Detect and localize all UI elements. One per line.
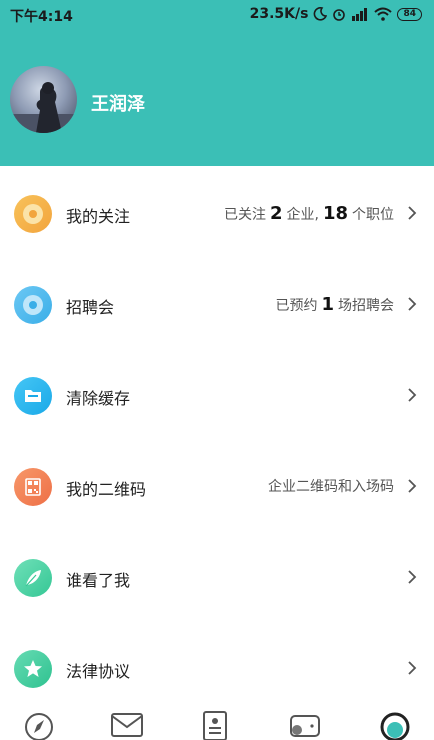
- menu-item-qrcode[interactable]: 我的二维码 企业二维码和入场码: [0, 441, 434, 531]
- summary-text: 场招聘会: [338, 298, 394, 314]
- chevron-right-icon: [408, 479, 417, 493]
- job-count: 18: [322, 203, 348, 224]
- summary-text: 企业二维码和入场码: [268, 479, 394, 495]
- menu-label: 谁看了我: [66, 571, 131, 590]
- status-time: 下午4:14: [10, 9, 73, 25]
- company-count: 2: [269, 203, 283, 224]
- leaf-icon: [14, 559, 52, 597]
- menu-item-follows[interactable]: 我的关注 已关注 2 企业, 18 个职位: [0, 168, 434, 258]
- menu-item-clear-cache[interactable]: 清除缓存: [0, 350, 434, 440]
- menu-label: 招聘会: [66, 298, 115, 317]
- fair-count: 1: [321, 294, 334, 315]
- wifi-icon: [374, 7, 393, 21]
- signal-icon: [352, 8, 368, 21]
- summary-text: 个职位: [352, 207, 394, 223]
- bottom-tab-bar: [0, 700, 434, 740]
- job-fair-summary: 已预约 1 场招聘会: [275, 294, 394, 315]
- star-icon: [14, 650, 52, 688]
- summary-text: 已关注: [223, 207, 266, 223]
- menu-item-job-fair[interactable]: 招聘会 已预约 1 场招聘会: [0, 259, 434, 349]
- alarm-icon: [333, 9, 346, 21]
- network-speed: 23.5K/s: [249, 6, 309, 22]
- user-name[interactable]: 王润泽: [91, 90, 145, 116]
- folder-icon: [14, 377, 52, 415]
- menu-item-who-viewed[interactable]: 谁看了我: [0, 532, 434, 622]
- menu-label: 法律协议: [66, 662, 131, 681]
- chevron-right-icon: [408, 388, 417, 402]
- qrcode-summary: 企业二维码和入场码: [268, 476, 394, 496]
- qrcode-icon: [14, 468, 52, 506]
- profile-header: 下午4:14 23.5K/s 84 王润泽: [0, 0, 434, 166]
- menu-label: 我的二维码: [66, 480, 147, 499]
- avatar-photo: [10, 82, 77, 133]
- menu-label: 清除缓存: [66, 389, 131, 408]
- menu-label: 我的关注: [66, 207, 131, 226]
- follows-summary: 已关注 2 企业, 18 个职位: [224, 203, 394, 224]
- target-icon: [14, 286, 52, 324]
- summary-text: 已预约: [275, 298, 318, 314]
- avatar[interactable]: [10, 66, 77, 133]
- summary-text: 企业,: [286, 207, 319, 223]
- target-icon: [14, 195, 52, 233]
- chevron-right-icon: [408, 297, 417, 311]
- chevron-right-icon: [408, 570, 417, 584]
- moon-icon: [314, 7, 328, 21]
- chevron-right-icon: [408, 661, 417, 675]
- chevron-right-icon: [408, 206, 417, 220]
- status-bar: 下午4:14 23.5K/s 84: [0, 0, 434, 30]
- battery-indicator: 84: [397, 7, 422, 21]
